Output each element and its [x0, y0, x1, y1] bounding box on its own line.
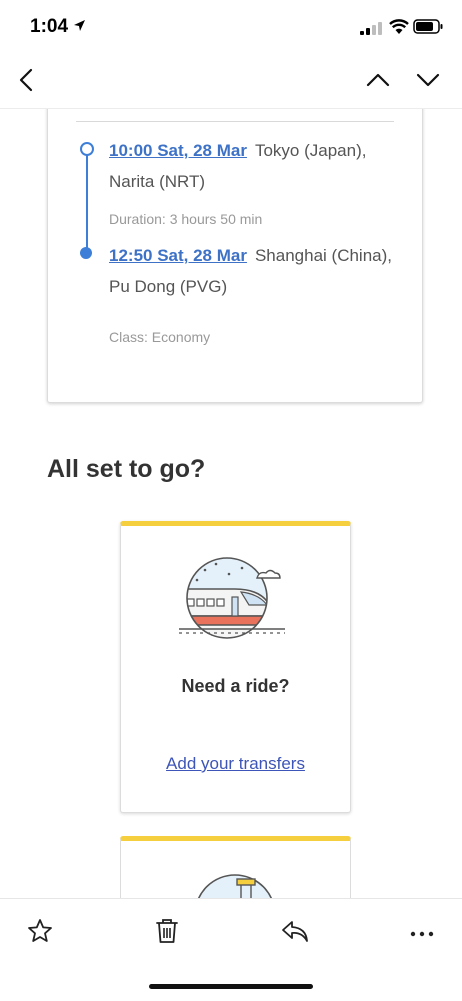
ride-card: Need a ride? Add your transfers	[120, 521, 351, 813]
departure-dot	[80, 142, 94, 156]
location-arrow-icon	[73, 19, 86, 37]
chevron-up-icon	[366, 73, 390, 92]
battery-icon	[413, 19, 443, 39]
status-bar: 1:04	[0, 0, 462, 56]
card-divider	[76, 121, 394, 122]
delete-button[interactable]	[151, 917, 183, 949]
departure-leg: 10:00 Sat, 28 Mar Tokyo (Japan), Narita (…	[109, 135, 399, 197]
arrival-time-link[interactable]: 12:50 Sat, 28 Mar	[109, 246, 247, 265]
departure-time-link[interactable]: 10:00 Sat, 28 Mar	[109, 141, 247, 160]
reply-icon	[281, 919, 309, 948]
home-indicator[interactable]	[149, 984, 313, 989]
timeline-line	[86, 152, 88, 256]
arrival-dot	[80, 247, 92, 259]
more-icon	[410, 924, 434, 942]
flight-class: Class: Economy	[109, 329, 211, 345]
next-message-button[interactable]	[412, 66, 444, 98]
cellular-signal-icon	[360, 22, 382, 40]
reply-button[interactable]	[279, 917, 311, 949]
status-time: 1:04	[30, 16, 69, 37]
bottom-toolbar	[0, 898, 462, 1001]
next-service-card	[120, 836, 351, 898]
add-transfers-link[interactable]: Add your transfers	[121, 754, 350, 774]
chevron-left-icon	[19, 68, 33, 97]
train-illustration-icon	[179, 556, 291, 651]
star-icon	[27, 918, 53, 949]
chevron-down-icon	[416, 73, 440, 92]
wifi-icon	[389, 19, 409, 40]
more-button[interactable]	[406, 917, 438, 949]
flight-duration: Duration: 3 hours 50 min	[109, 211, 263, 227]
flight-details-card: 10:00 Sat, 28 Mar Tokyo (Japan), Narita (…	[47, 109, 423, 403]
previous-message-button[interactable]	[362, 66, 394, 98]
back-button[interactable]	[10, 66, 42, 98]
email-content[interactable]: 10:00 Sat, 28 Mar Tokyo (Japan), Narita (…	[0, 109, 462, 898]
trash-icon	[155, 918, 179, 949]
star-button[interactable]	[24, 917, 56, 949]
arrival-leg: 12:50 Sat, 28 Mar Shanghai (China), Pu Do…	[109, 240, 399, 302]
navigation-bar	[0, 56, 462, 109]
section-title: All set to go?	[47, 455, 206, 483]
ride-card-title: Need a ride?	[181, 676, 290, 696]
partial-illustration-icon	[191, 869, 281, 898]
